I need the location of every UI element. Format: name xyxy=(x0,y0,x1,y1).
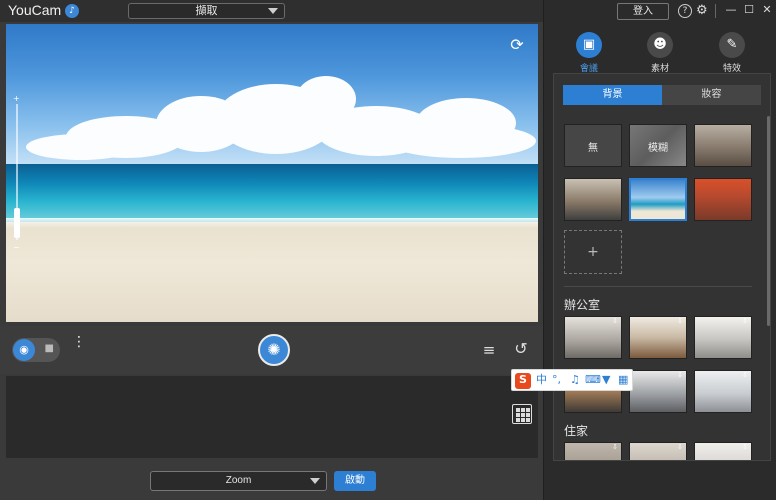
app-title: YouCam xyxy=(8,2,62,18)
camera-icon: ◉ xyxy=(13,339,35,361)
title-bar: YouCam ♪ 擷取 xyxy=(0,0,543,22)
download-icon: ⇩ xyxy=(742,443,748,451)
background-office-2[interactable]: ⇩ xyxy=(629,316,687,359)
background-office-3[interactable]: ⇩ xyxy=(694,316,752,359)
foam-line xyxy=(6,218,538,228)
mode-select[interactable]: 擷取 xyxy=(128,3,285,19)
background-none[interactable]: 無 xyxy=(564,124,622,167)
keyboard-icon[interactable]: ⌨ xyxy=(585,373,601,387)
background-office-1[interactable]: ⇩ xyxy=(564,316,622,359)
sea-region xyxy=(6,164,538,226)
background-home-3[interactable]: ⇩ xyxy=(694,442,752,460)
download-icon: ⇩ xyxy=(742,317,748,325)
sticker-icon: ☻ xyxy=(647,32,673,58)
capture-gallery xyxy=(6,376,538,458)
background-panel: 背景 妝容 無 模糊 + 辦公室 ⇩ ⇩ ⇩ ⇩ ⇩ ⇩ 住家 xyxy=(553,73,771,461)
background-beach[interactable] xyxy=(629,178,687,221)
minimize-icon[interactable]: — xyxy=(724,3,738,17)
zoom-select-value: Zoom xyxy=(225,475,252,486)
grid-view-icon[interactable] xyxy=(512,404,532,424)
thumb-label: 無 xyxy=(588,143,598,154)
cloud xyxy=(26,134,136,160)
more-options-icon[interactable]: ⋮ xyxy=(72,335,86,362)
zoom-slider[interactable]: + − xyxy=(13,94,20,252)
ime-language[interactable]: 中 xyxy=(536,373,547,387)
cloud xyxy=(386,124,536,158)
camera-preview: ⟳ + − xyxy=(6,24,538,322)
category-effects[interactable]: ✎ 特效 xyxy=(706,32,758,74)
section-title-home: 住家 xyxy=(564,424,589,438)
close-icon[interactable]: ✕ xyxy=(760,3,774,17)
zoom-slider-knob[interactable] xyxy=(14,208,20,238)
download-icon: ⇩ xyxy=(612,317,618,325)
thumb-label: 模糊 xyxy=(648,143,668,154)
effects-pane: 登入 ? ⚙ — ☐ ✕ ▣ 會議 ☻ 素材 ✎ 特效 背景 妝容 無 模糊 +… xyxy=(543,0,776,500)
mode-select-value: 擷取 xyxy=(195,5,218,17)
background-home-1[interactable]: ⇩ xyxy=(564,442,622,460)
camera-switch-icon[interactable]: ⟳ xyxy=(506,36,528,54)
sand-region xyxy=(6,222,538,322)
download-icon: ⇩ xyxy=(677,443,683,451)
meeting-icon: ▣ xyxy=(576,32,602,58)
youcam-window: YouCam ♪ 擷取 ⟳ + − ◉ ■ ⋮ ✺ ≡ ↺ Zoom 啟動 登入… xyxy=(0,0,776,500)
maximize-icon[interactable]: ☐ xyxy=(742,3,756,17)
photo-video-toggle[interactable]: ◉ ■ xyxy=(12,338,60,362)
category-meeting[interactable]: ▣ 會議 xyxy=(563,32,615,74)
tab-background[interactable]: 背景 xyxy=(563,85,662,105)
subtab-bar: 背景 妝容 xyxy=(563,85,761,105)
category-stickers[interactable]: ☻ 素材 xyxy=(634,32,686,74)
background-living-room[interactable] xyxy=(694,124,752,167)
undo-icon[interactable]: ↺ xyxy=(512,340,530,358)
tab-makeup[interactable]: 妝容 xyxy=(662,85,761,105)
download-icon: ⇩ xyxy=(677,317,683,325)
microphone-icon[interactable]: ♫ xyxy=(570,373,580,387)
background-office-5[interactable]: ⇩ xyxy=(629,370,687,413)
download-icon: ⇩ xyxy=(742,371,748,379)
divider xyxy=(564,286,752,287)
bottom-bar: Zoom 啟動 xyxy=(0,462,543,500)
shutter-button[interactable]: ✺ xyxy=(258,334,290,366)
toolbox-icon[interactable]: ▦ xyxy=(618,373,628,387)
zoom-minus-icon: − xyxy=(13,243,20,252)
login-button[interactable]: 登入 xyxy=(617,3,669,20)
ime-toolbar[interactable]: S 中 °, ♫ ⌨ ▼ ▦ xyxy=(511,369,633,391)
ime-punctuation[interactable]: °, xyxy=(552,373,561,387)
ime-logo-icon[interactable]: S xyxy=(515,373,531,389)
zoom-select[interactable]: Zoom xyxy=(150,471,327,491)
video-icon: ■ xyxy=(44,343,54,354)
divider xyxy=(715,4,716,18)
effects-icon: ✎ xyxy=(719,32,745,58)
notification-bell-icon[interactable]: ♪ xyxy=(65,4,79,18)
skin-icon[interactable]: ▼ xyxy=(602,373,610,387)
background-blur[interactable]: 模糊 xyxy=(629,124,687,167)
chevron-down-icon xyxy=(268,8,278,14)
zoom-plus-icon: + xyxy=(13,94,20,103)
layers-icon[interactable]: ≡ xyxy=(480,341,498,359)
main-pane: YouCam ♪ 擷取 ⟳ + − ◉ ■ ⋮ ✺ ≡ ↺ Zoom 啟動 xyxy=(0,0,543,500)
download-icon: ⇩ xyxy=(612,443,618,451)
scrollbar[interactable] xyxy=(767,116,770,326)
background-autumn[interactable] xyxy=(694,178,752,221)
download-icon: ⇩ xyxy=(677,371,683,379)
gear-icon[interactable]: ⚙ xyxy=(696,3,708,18)
start-button[interactable]: 啟動 xyxy=(334,471,376,491)
help-icon[interactable]: ? xyxy=(678,4,692,18)
background-home-2[interactable]: ⇩ xyxy=(629,442,687,460)
capture-controls: ◉ ■ ⋮ ✺ ≡ ↺ xyxy=(0,326,543,374)
chevron-down-icon xyxy=(310,478,320,484)
section-title-office: 辦公室 xyxy=(564,298,601,312)
background-office-6[interactable]: ⇩ xyxy=(694,370,752,413)
add-background-button[interactable]: + xyxy=(564,230,622,274)
background-loft[interactable] xyxy=(564,178,622,221)
